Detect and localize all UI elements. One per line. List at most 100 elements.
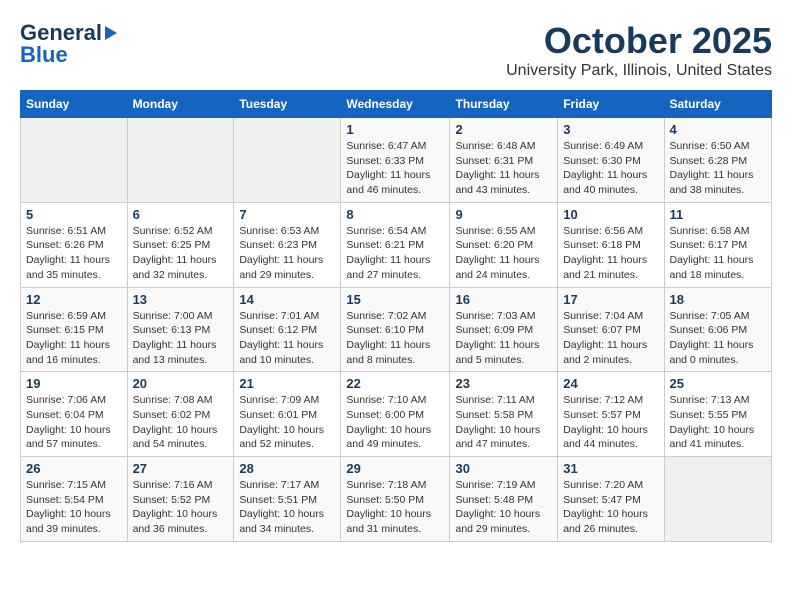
calendar-day-5: 5 Sunrise: 6:51 AM Sunset: 6:26 PM Daylig…	[21, 202, 128, 287]
header-sunday: Sunday	[21, 91, 128, 118]
day-info: Sunrise: 7:18 AM Sunset: 5:50 PM Dayligh…	[346, 478, 444, 537]
day-number: 6	[133, 207, 229, 222]
calendar-day-17: 17 Sunrise: 7:04 AM Sunset: 6:07 PM Dayli…	[558, 287, 664, 372]
calendar-day-10: 10Sunrise: 6:56 AM Sunset: 6:18 PM Dayli…	[558, 202, 664, 287]
calendar-day-24: 24 Sunrise: 7:12 AM Sunset: 5:57 PM Dayli…	[558, 372, 664, 457]
calendar-empty-cell	[127, 118, 234, 203]
calendar-day-28: 28Sunrise: 7:17 AM Sunset: 5:51 PM Dayli…	[234, 457, 341, 542]
header-wednesday: Wednesday	[341, 91, 450, 118]
calendar-week-row: 26 Sunrise: 7:15 AM Sunset: 5:54 PM Dayli…	[21, 457, 772, 542]
calendar-day-3: 3 Sunrise: 6:49 AM Sunset: 6:30 PM Daylig…	[558, 118, 664, 203]
calendar-day-12: 12Sunrise: 6:59 AM Sunset: 6:15 PM Dayli…	[21, 287, 128, 372]
header-thursday: Thursday	[450, 91, 558, 118]
day-info: Sunrise: 6:59 AM Sunset: 6:15 PM Dayligh…	[26, 309, 122, 368]
day-number: 3	[563, 122, 658, 137]
calendar-day-29: 29 Sunrise: 7:18 AM Sunset: 5:50 PM Dayli…	[341, 457, 450, 542]
day-number: 21	[239, 376, 335, 391]
calendar-empty-cell	[664, 457, 772, 542]
calendar-day-26: 26 Sunrise: 7:15 AM Sunset: 5:54 PM Dayli…	[21, 457, 128, 542]
title-block: October 2025 University Park, Illinois, …	[506, 20, 772, 80]
logo-blue: Blue	[20, 42, 68, 68]
day-number: 20	[133, 376, 229, 391]
day-info: Sunrise: 7:16 AM Sunset: 5:52 PM Dayligh…	[133, 478, 229, 537]
day-number: 27	[133, 461, 229, 476]
day-info: Sunrise: 7:00 AM Sunset: 6:13 PM Dayligh…	[133, 309, 229, 368]
day-info: Sunrise: 7:06 AM Sunset: 6:04 PM Dayligh…	[26, 393, 122, 452]
day-number: 1	[346, 122, 444, 137]
day-info: Sunrise: 6:49 AM Sunset: 6:30 PM Dayligh…	[563, 139, 658, 198]
day-number: 17	[563, 292, 658, 307]
calendar-day-21: 21Sunrise: 7:09 AM Sunset: 6:01 PM Dayli…	[234, 372, 341, 457]
calendar-day-11: 11 Sunrise: 6:58 AM Sunset: 6:17 PM Dayli…	[664, 202, 772, 287]
calendar-empty-cell	[21, 118, 128, 203]
day-info: Sunrise: 6:58 AM Sunset: 6:17 PM Dayligh…	[670, 224, 767, 283]
day-number: 29	[346, 461, 444, 476]
day-number: 7	[239, 207, 335, 222]
calendar-week-row: 12Sunrise: 6:59 AM Sunset: 6:15 PM Dayli…	[21, 287, 772, 372]
day-number: 23	[455, 376, 552, 391]
calendar-table: SundayMondayTuesdayWednesdayThursdayFrid…	[20, 90, 772, 542]
day-info: Sunrise: 6:50 AM Sunset: 6:28 PM Dayligh…	[670, 139, 767, 198]
day-number: 2	[455, 122, 552, 137]
day-number: 16	[455, 292, 552, 307]
page-header: General Blue October 2025 University Par…	[20, 20, 772, 80]
day-number: 15	[346, 292, 444, 307]
calendar-day-8: 8 Sunrise: 6:54 AM Sunset: 6:21 PM Daylig…	[341, 202, 450, 287]
calendar-title: October 2025	[506, 20, 772, 62]
day-info: Sunrise: 6:52 AM Sunset: 6:25 PM Dayligh…	[133, 224, 229, 283]
header-friday: Friday	[558, 91, 664, 118]
day-info: Sunrise: 7:03 AM Sunset: 6:09 PM Dayligh…	[455, 309, 552, 368]
calendar-day-1: 1Sunrise: 6:47 AM Sunset: 6:33 PM Daylig…	[341, 118, 450, 203]
day-info: Sunrise: 7:12 AM Sunset: 5:57 PM Dayligh…	[563, 393, 658, 452]
calendar-day-30: 30 Sunrise: 7:19 AM Sunset: 5:48 PM Dayli…	[450, 457, 558, 542]
calendar-day-14: 14 Sunrise: 7:01 AM Sunset: 6:12 PM Dayli…	[234, 287, 341, 372]
calendar-week-row: 5 Sunrise: 6:51 AM Sunset: 6:26 PM Daylig…	[21, 202, 772, 287]
day-number: 11	[670, 207, 767, 222]
day-info: Sunrise: 6:56 AM Sunset: 6:18 PM Dayligh…	[563, 224, 658, 283]
day-info: Sunrise: 7:01 AM Sunset: 6:12 PM Dayligh…	[239, 309, 335, 368]
day-number: 18	[670, 292, 767, 307]
day-number: 22	[346, 376, 444, 391]
calendar-day-19: 19 Sunrise: 7:06 AM Sunset: 6:04 PM Dayli…	[21, 372, 128, 457]
day-number: 4	[670, 122, 767, 137]
day-info: Sunrise: 6:53 AM Sunset: 6:23 PM Dayligh…	[239, 224, 335, 283]
day-info: Sunrise: 6:55 AM Sunset: 6:20 PM Dayligh…	[455, 224, 552, 283]
day-info: Sunrise: 7:17 AM Sunset: 5:51 PM Dayligh…	[239, 478, 335, 537]
calendar-day-25: 25 Sunrise: 7:13 AM Sunset: 5:55 PM Dayli…	[664, 372, 772, 457]
calendar-day-9: 9 Sunrise: 6:55 AM Sunset: 6:20 PM Daylig…	[450, 202, 558, 287]
calendar-day-31: 31 Sunrise: 7:20 AM Sunset: 5:47 PM Dayli…	[558, 457, 664, 542]
day-number: 8	[346, 207, 444, 222]
calendar-header-row: SundayMondayTuesdayWednesdayThursdayFrid…	[21, 91, 772, 118]
day-number: 24	[563, 376, 658, 391]
calendar-week-row: 1Sunrise: 6:47 AM Sunset: 6:33 PM Daylig…	[21, 118, 772, 203]
day-number: 19	[26, 376, 122, 391]
day-number: 5	[26, 207, 122, 222]
calendar-day-6: 6 Sunrise: 6:52 AM Sunset: 6:25 PM Daylig…	[127, 202, 234, 287]
logo-arrow-icon	[105, 26, 117, 40]
calendar-day-15: 15Sunrise: 7:02 AM Sunset: 6:10 PM Dayli…	[341, 287, 450, 372]
day-info: Sunrise: 6:54 AM Sunset: 6:21 PM Dayligh…	[346, 224, 444, 283]
calendar-week-row: 19 Sunrise: 7:06 AM Sunset: 6:04 PM Dayli…	[21, 372, 772, 457]
day-number: 9	[455, 207, 552, 222]
day-info: Sunrise: 6:48 AM Sunset: 6:31 PM Dayligh…	[455, 139, 552, 198]
day-number: 14	[239, 292, 335, 307]
day-info: Sunrise: 7:15 AM Sunset: 5:54 PM Dayligh…	[26, 478, 122, 537]
calendar-day-2: 2 Sunrise: 6:48 AM Sunset: 6:31 PM Daylig…	[450, 118, 558, 203]
day-info: Sunrise: 6:51 AM Sunset: 6:26 PM Dayligh…	[26, 224, 122, 283]
calendar-day-7: 7 Sunrise: 6:53 AM Sunset: 6:23 PM Daylig…	[234, 202, 341, 287]
day-number: 31	[563, 461, 658, 476]
header-monday: Monday	[127, 91, 234, 118]
calendar-day-18: 18Sunrise: 7:05 AM Sunset: 6:06 PM Dayli…	[664, 287, 772, 372]
day-info: Sunrise: 7:20 AM Sunset: 5:47 PM Dayligh…	[563, 478, 658, 537]
header-tuesday: Tuesday	[234, 91, 341, 118]
calendar-empty-cell	[234, 118, 341, 203]
day-number: 26	[26, 461, 122, 476]
day-info: Sunrise: 7:19 AM Sunset: 5:48 PM Dayligh…	[455, 478, 552, 537]
calendar-day-20: 20Sunrise: 7:08 AM Sunset: 6:02 PM Dayli…	[127, 372, 234, 457]
day-number: 30	[455, 461, 552, 476]
calendar-day-13: 13Sunrise: 7:00 AM Sunset: 6:13 PM Dayli…	[127, 287, 234, 372]
day-info: Sunrise: 7:13 AM Sunset: 5:55 PM Dayligh…	[670, 393, 767, 452]
day-info: Sunrise: 7:04 AM Sunset: 6:07 PM Dayligh…	[563, 309, 658, 368]
day-number: 25	[670, 376, 767, 391]
calendar-day-27: 27 Sunrise: 7:16 AM Sunset: 5:52 PM Dayli…	[127, 457, 234, 542]
